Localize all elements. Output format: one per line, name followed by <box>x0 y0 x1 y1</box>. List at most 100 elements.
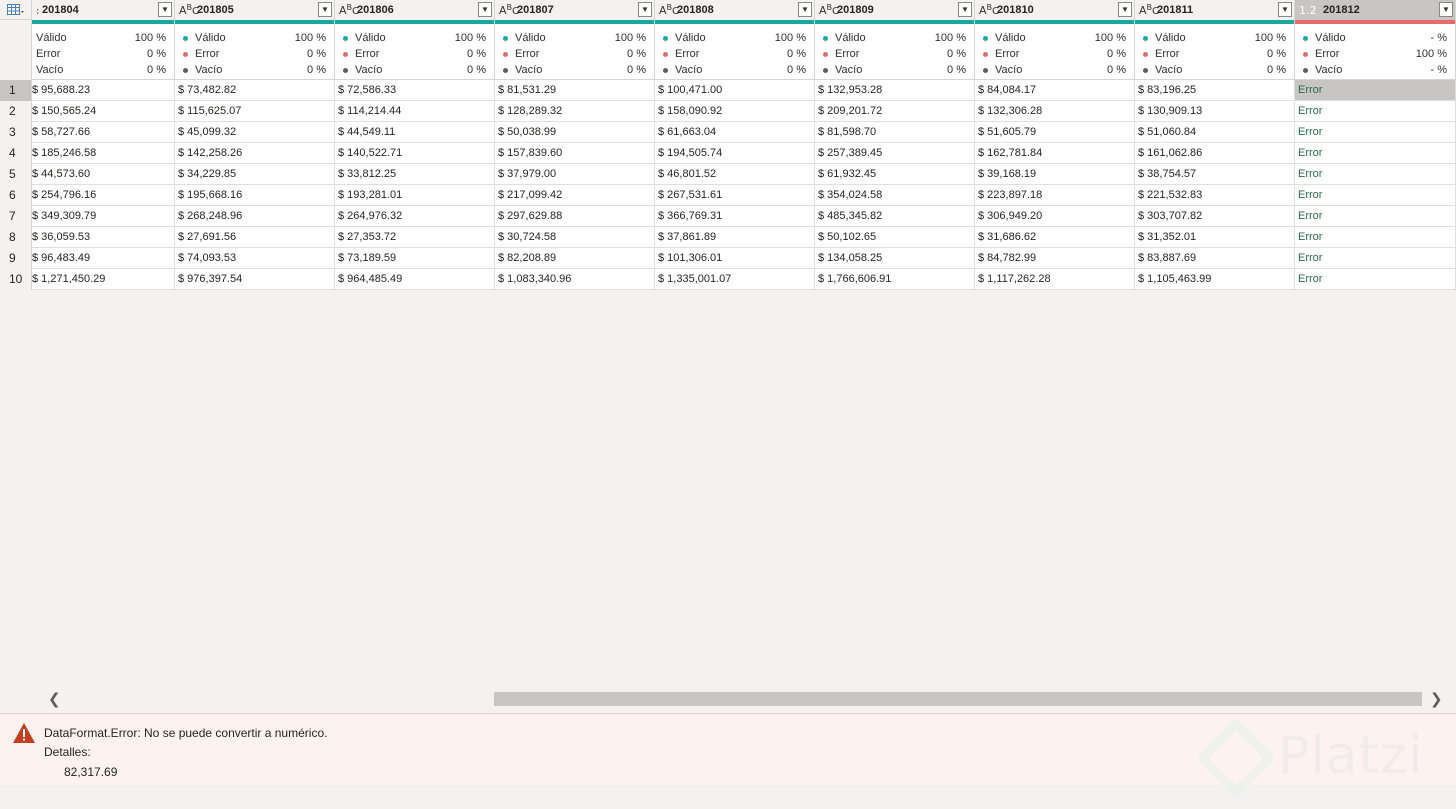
quality-error-line[interactable]: Error 0 % <box>823 46 966 62</box>
table-cell[interactable]: $ 31,352.01 <box>1135 227 1295 247</box>
text-type-icon[interactable]: ABC <box>179 3 199 17</box>
column-header-201809[interactable]: A B C 201809 ▼ <box>815 0 975 24</box>
scroll-right-icon[interactable]: ❯ <box>1430 690 1443 708</box>
error-cell[interactable]: Error <box>1295 227 1456 247</box>
column-header-201804[interactable]: :201804 ▼ <box>32 0 175 24</box>
table-cell[interactable]: $ 297,629.88 <box>495 206 655 226</box>
quality-valid-line[interactable]: Válido 100 % <box>983 30 1126 46</box>
table-cell[interactable]: $ 306,949.20 <box>975 206 1135 226</box>
table-cell[interactable]: $ 73,189.59 <box>335 248 495 268</box>
quality-empty-line[interactable]: Vacío 0 % <box>663 62 806 78</box>
text-type-icon[interactable]: ABC <box>1139 3 1159 17</box>
table-cell[interactable]: $ 1,766,606.91 <box>815 269 975 289</box>
quality-valid-line[interactable]: Válido 100 % <box>36 30 166 46</box>
quality-error-line[interactable]: Error 0 % <box>1143 46 1286 62</box>
scroll-left-icon[interactable]: ❮ <box>48 690 61 708</box>
table-cell[interactable]: $ 185,246.58 <box>32 143 175 163</box>
table-cell[interactable]: $ 161,062.86 <box>1135 143 1295 163</box>
table-cell[interactable]: $ 257,389.45 <box>815 143 975 163</box>
table-cell[interactable]: $ 1,105,463.99 <box>1135 269 1295 289</box>
filter-dropdown-icon[interactable]: ▼ <box>958 2 972 17</box>
row-number[interactable]: 1 <box>0 80 32 101</box>
row-number[interactable]: 10 <box>0 269 32 290</box>
quality-error-line[interactable]: Error 100 % <box>1303 46 1447 62</box>
horizontal-scrollbar[interactable]: ❮ ❯ <box>32 688 1456 710</box>
table-cell[interactable]: $ 209,201.72 <box>815 101 975 121</box>
table-cell[interactable]: $ 193,281.01 <box>335 185 495 205</box>
quality-empty-line[interactable]: Vacío 0 % <box>503 62 646 78</box>
filter-dropdown-icon[interactable]: ▼ <box>1118 2 1132 17</box>
table-cell[interactable]: $ 34,229.85 <box>175 164 335 184</box>
quality-valid-line[interactable]: Válido 100 % <box>663 30 806 46</box>
filter-dropdown-icon[interactable]: ▼ <box>478 2 492 17</box>
table-cell[interactable]: $ 61,932.45 <box>815 164 975 184</box>
quality-error-line[interactable]: Error 0 % <box>983 46 1126 62</box>
row-number[interactable]: 2 <box>0 101 32 122</box>
table-cell[interactable]: $ 84,084.17 <box>975 80 1135 100</box>
table-cell[interactable]: $ 27,353.72 <box>335 227 495 247</box>
table-cell[interactable]: $ 83,196.25 <box>1135 80 1295 100</box>
table-cell[interactable]: $ 195,668.16 <box>175 185 335 205</box>
table-cell[interactable]: $ 81,531.29 <box>495 80 655 100</box>
quality-error-line[interactable]: Error 0 % <box>343 46 486 62</box>
table-cell[interactable]: $ 115,625.07 <box>175 101 335 121</box>
error-cell[interactable]: Error <box>1295 122 1456 142</box>
table-cell[interactable]: $ 485,345.82 <box>815 206 975 226</box>
filter-dropdown-icon[interactable]: ▼ <box>158 2 172 17</box>
column-header-201806[interactable]: A B C 201806 ▼ <box>335 0 495 24</box>
table-cell[interactable]: $ 267,531.61 <box>655 185 815 205</box>
text-type-icon[interactable]: ABC <box>659 3 679 17</box>
table-cell[interactable]: $ 31,686.62 <box>975 227 1135 247</box>
row-number[interactable]: 5 <box>0 164 32 185</box>
error-cell[interactable]: Error <box>1295 101 1456 121</box>
table-menu-button[interactable] <box>0 0 32 20</box>
error-cell[interactable]: Error <box>1295 269 1456 289</box>
filter-dropdown-icon[interactable]: ▼ <box>1439 2 1453 17</box>
table-cell[interactable]: $ 74,093.53 <box>175 248 335 268</box>
decimal-type-icon[interactable]: 1.2 <box>1299 3 1323 17</box>
error-cell[interactable]: Error <box>1295 185 1456 205</box>
quality-error-line[interactable]: Error 0 % <box>663 46 806 62</box>
table-cell[interactable]: $ 50,038.99 <box>495 122 655 142</box>
table-cell[interactable]: $ 134,058.25 <box>815 248 975 268</box>
text-type-icon[interactable]: ABC <box>979 3 999 17</box>
quality-empty-line[interactable]: Vacío - % <box>1303 62 1447 78</box>
quality-empty-line[interactable]: Vacío 0 % <box>183 62 326 78</box>
quality-valid-line[interactable]: Válido 100 % <box>503 30 646 46</box>
table-cell[interactable]: $ 33,812.25 <box>335 164 495 184</box>
table-cell[interactable]: $ 72,586.33 <box>335 80 495 100</box>
table-cell[interactable]: $ 1,083,340.96 <box>495 269 655 289</box>
table-cell[interactable]: $ 73,482.82 <box>175 80 335 100</box>
column-header-201811[interactable]: A B C 201811 ▼ <box>1135 0 1295 24</box>
table-cell[interactable]: $ 82,208.89 <box>495 248 655 268</box>
table-cell[interactable]: $ 27,691.56 <box>175 227 335 247</box>
table-cell[interactable]: $ 51,060.84 <box>1135 122 1295 142</box>
table-cell[interactable]: $ 30,724.58 <box>495 227 655 247</box>
table-cell[interactable]: $ 264,976.32 <box>335 206 495 226</box>
table-cell[interactable]: $ 101,306.01 <box>655 248 815 268</box>
quality-valid-line[interactable]: Válido 100 % <box>823 30 966 46</box>
table-cell[interactable]: $ 976,397.54 <box>175 269 335 289</box>
table-cell[interactable]: $ 51,605.79 <box>975 122 1135 142</box>
table-cell[interactable]: $ 1,271,450.29 <box>32 269 175 289</box>
table-cell[interactable]: $ 39,168.19 <box>975 164 1135 184</box>
error-cell[interactable]: Error <box>1295 206 1456 226</box>
row-number[interactable]: 6 <box>0 185 32 206</box>
table-cell[interactable]: $ 114,214.44 <box>335 101 495 121</box>
table-cell[interactable]: $ 157,839.60 <box>495 143 655 163</box>
column-header-201812[interactable]: 1.2 201812 ▼ <box>1295 0 1456 24</box>
column-header-201805[interactable]: A B C 201805 ▼ <box>175 0 335 24</box>
table-cell[interactable]: $ 37,861.89 <box>655 227 815 247</box>
table-cell[interactable]: $ 158,090.92 <box>655 101 815 121</box>
row-number[interactable]: 9 <box>0 248 32 269</box>
row-number[interactable]: 3 <box>0 122 32 143</box>
table-cell[interactable]: $ 366,769.31 <box>655 206 815 226</box>
error-cell[interactable]: Error <box>1295 248 1456 268</box>
table-cell[interactable]: $ 83,887.69 <box>1135 248 1295 268</box>
table-cell[interactable]: $ 132,306.28 <box>975 101 1135 121</box>
row-number[interactable]: 7 <box>0 206 32 227</box>
table-cell[interactable]: $ 61,663.04 <box>655 122 815 142</box>
text-type-icon[interactable]: ABC <box>499 3 519 17</box>
quality-error-line[interactable]: Error 0 % <box>183 46 326 62</box>
filter-dropdown-icon[interactable]: ▼ <box>1278 2 1292 17</box>
